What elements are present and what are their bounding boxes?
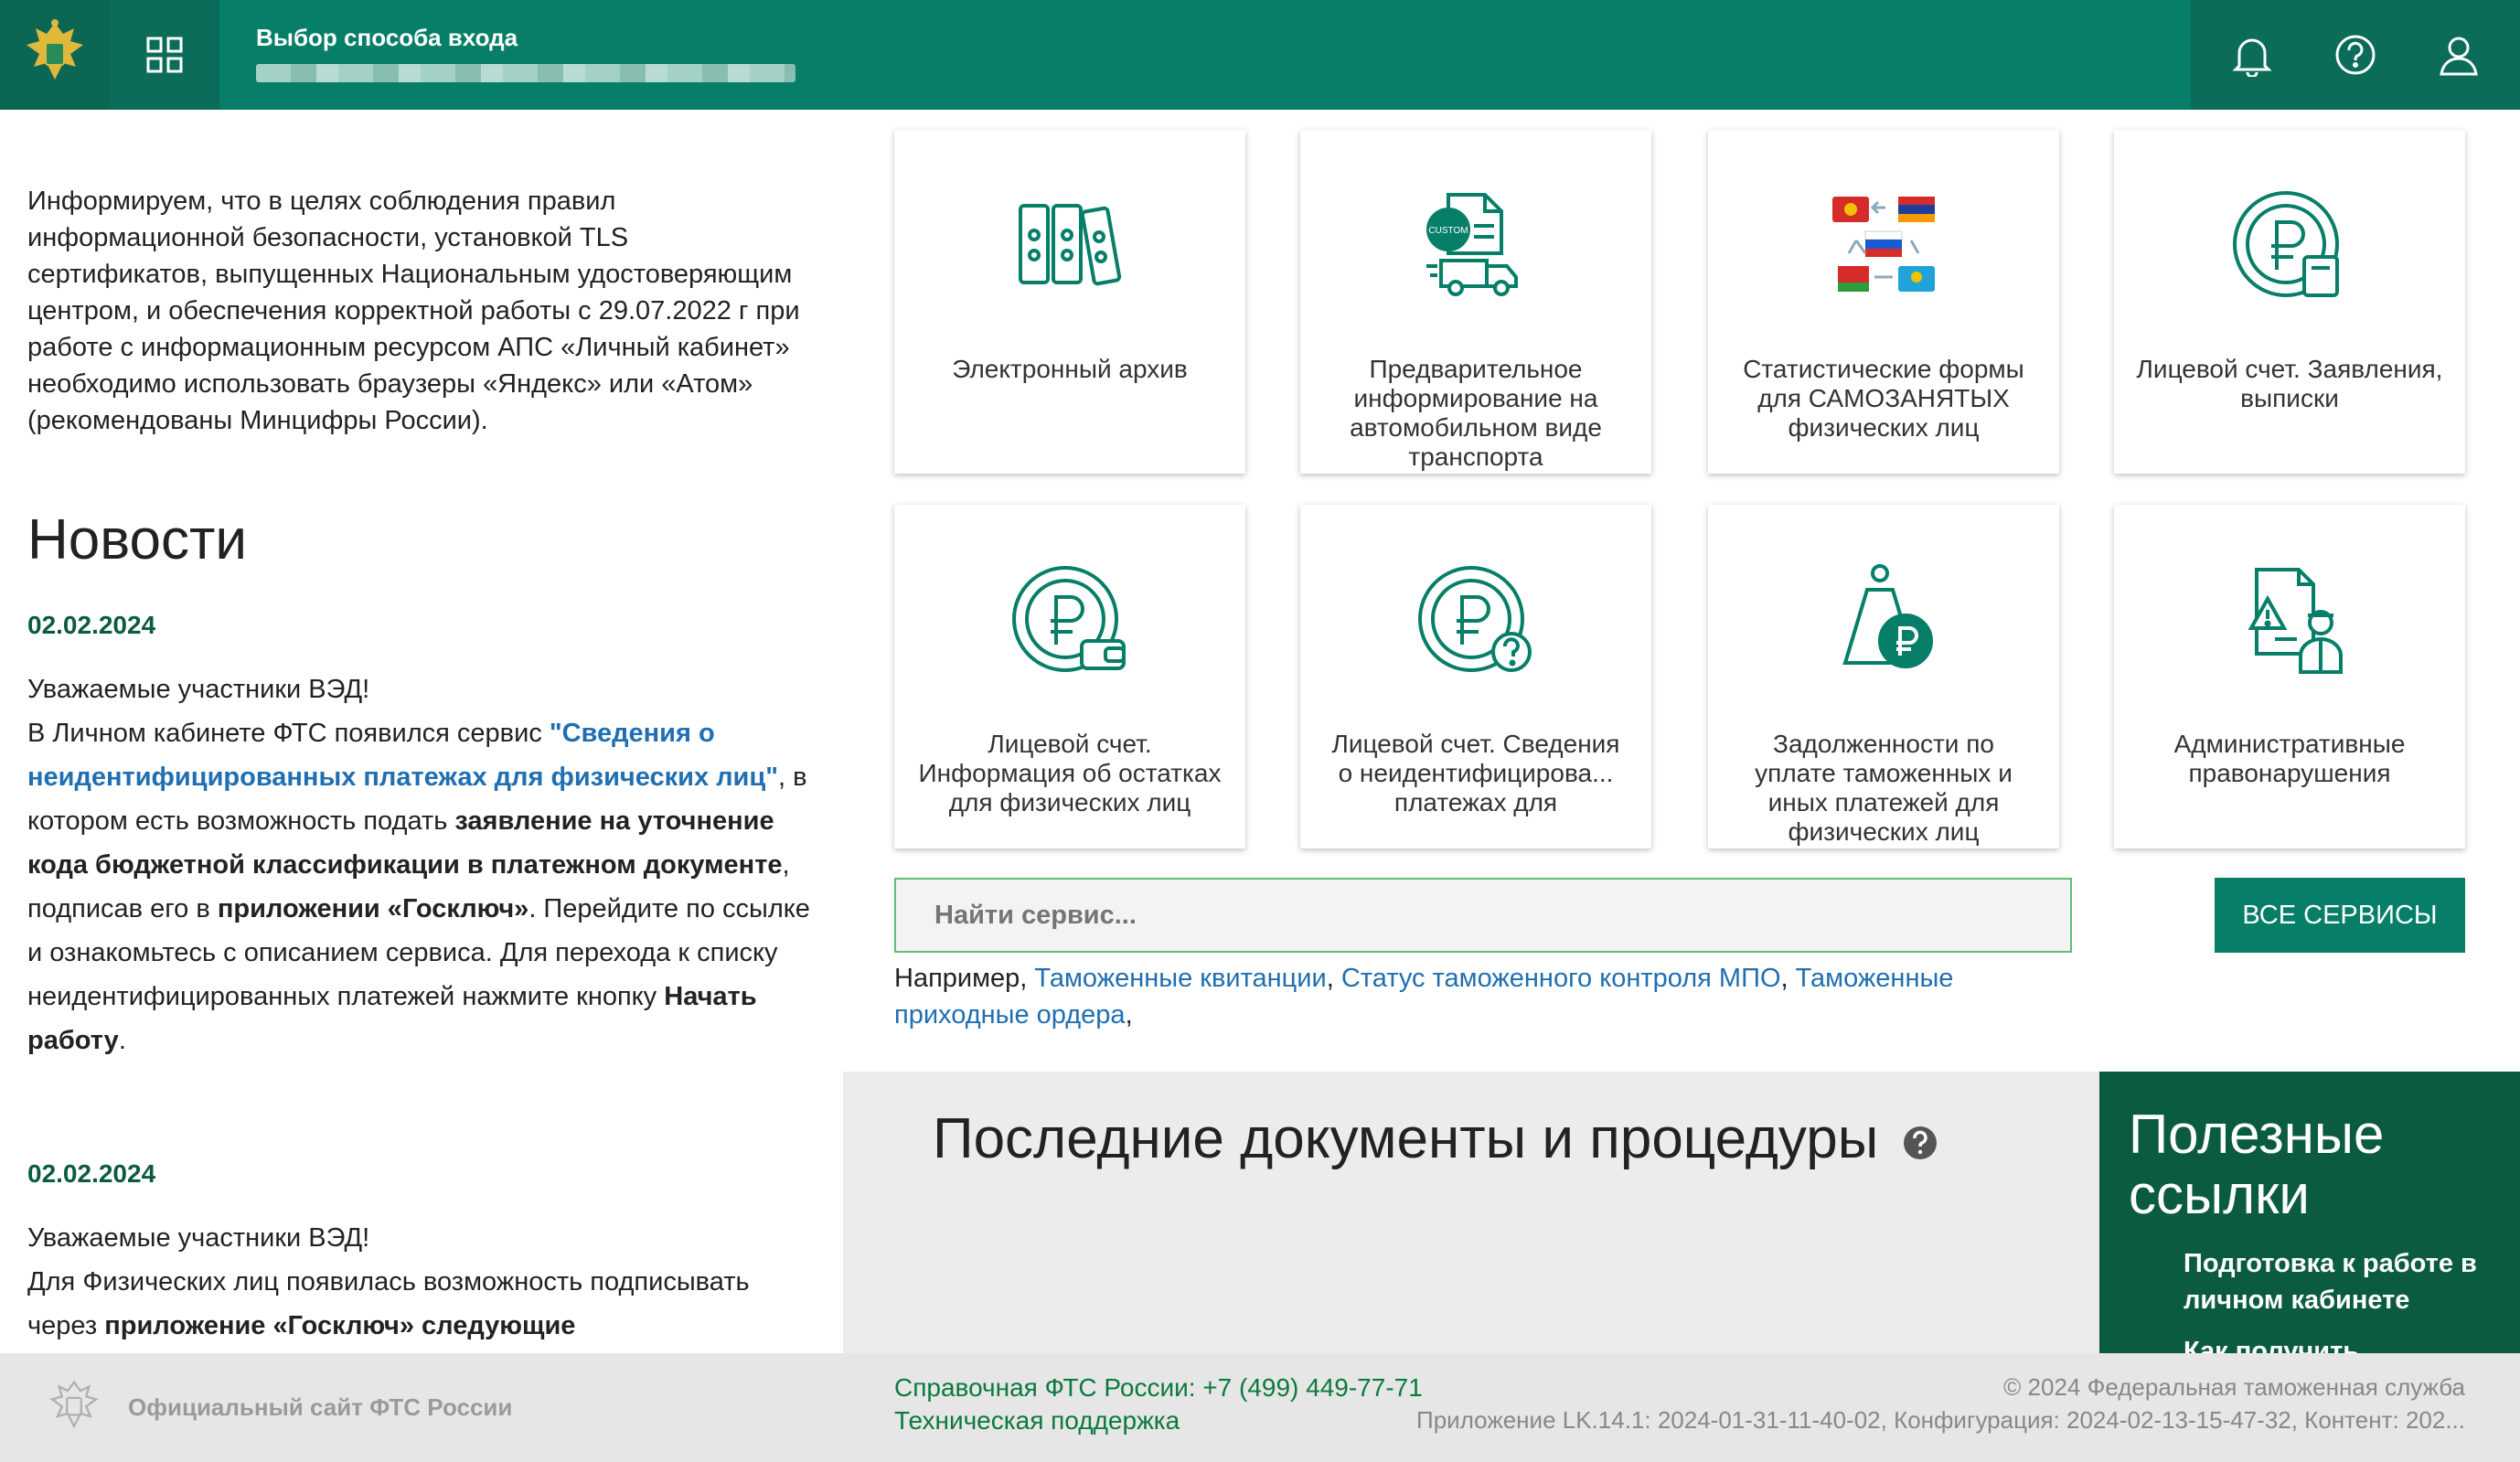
flags-icon — [1708, 185, 2059, 304]
archive-icon — [894, 185, 1245, 304]
service-label: Лицевой счет. Заявления, выписки — [2136, 355, 2443, 412]
svg-text:CUSTOM: CUSTOM — [1428, 226, 1468, 236]
fts-emblem-logo[interactable] — [0, 0, 110, 110]
news-item-2: Уважаемые участники ВЭД! Для Физических … — [27, 1216, 814, 1348]
fts-emblem-gray-icon — [49, 1380, 99, 1429]
search-examples: Например, Таможенные квитанции, Статус т… — [894, 964, 1954, 1030]
footer-left: Официальный сайт ФТС России — [0, 1353, 843, 1462]
header-actions — [2191, 0, 2520, 110]
truck-document-icon: CUSTOM — [1300, 185, 1651, 304]
service-tile-archive[interactable]: Электронный архив — [894, 130, 1245, 474]
warning-officer-icon — [2114, 560, 2465, 678]
footer-right: Справочная ФТС России: +7 (499) 449-77-7… — [843, 1353, 2520, 1462]
news-body: Для Физических лиц появилась возможность… — [27, 1267, 750, 1340]
service-label: Административные правонарушения — [2173, 730, 2406, 787]
service-label: Задолженности по уплате таможенных и ины… — [1755, 730, 2013, 846]
service-label: Предварительное информирование на автомо… — [1350, 355, 1602, 471]
top-header: Выбор способа входа — [0, 0, 2520, 110]
service-tile-preliminary-info[interactable]: CUSTOM Предварительное информирование на… — [1300, 130, 1651, 474]
help-icon[interactable] — [2328, 27, 2383, 82]
all-services-button[interactable]: ВСЕ СЕРВИСЫ — [2215, 878, 2465, 953]
news-item-1: Уважаемые участники ВЭД! В Личном кабине… — [27, 667, 814, 1062]
service-tile-violations[interactable]: Административные правонарушения — [2114, 505, 2465, 848]
news-greeting: Уважаемые участники ВЭД! — [27, 675, 370, 704]
tech-support-link[interactable]: Техническая поддержка — [894, 1406, 1180, 1435]
service-tile-account-statements[interactable]: Лицевой счет. Заявления, выписки — [2114, 130, 2465, 474]
news-date: 02.02.2024 — [27, 1159, 156, 1188]
service-tile-unidentified-payments[interactable]: Лицевой счет. Сведения о неидентифициров… — [1300, 505, 1651, 848]
ruble-wallet-icon — [894, 560, 1245, 678]
user-icon[interactable] — [2431, 27, 2486, 82]
service-tile-debts[interactable]: Задолженности по уплате таможенных и ины… — [1708, 505, 2059, 848]
recent-documents-section: Последние документы и процедуры — [843, 1072, 2099, 1353]
left-column: Информируем, что в целях соблюдения прав… — [0, 110, 841, 1353]
apps-grid-icon[interactable] — [110, 0, 219, 110]
news-greeting: Уважаемые участники ВЭД! — [27, 1223, 370, 1253]
ruble-question-icon — [1300, 560, 1651, 678]
service-tile-stat-forms[interactable]: Статистические формы для САМОЗАНЯТЫХ физ… — [1708, 130, 2059, 474]
news-date: 02.02.2024 — [27, 611, 156, 639]
news-body: В Личном кабинете ФТС появился сервис "С… — [27, 719, 810, 1055]
copyright: © 2024 Федеральная таможенная служба — [2003, 1373, 2465, 1401]
question-icon[interactable] — [1902, 1125, 1938, 1161]
page-title: Выбор способа входа — [256, 24, 518, 51]
useful-link-preparation[interactable]: Подготовка к работе в личном кабинете — [2184, 1245, 2504, 1318]
helpline-phone[interactable]: Справочная ФТС России: +7 (499) 449-77-7… — [894, 1373, 1423, 1403]
service-tile-account-balances[interactable]: Лицевой счет. Информация об остатках для… — [894, 505, 1245, 848]
service-label: Электронный архив — [952, 355, 1188, 383]
examples-label: Например, — [894, 964, 1028, 993]
user-info-blurred — [256, 64, 796, 82]
bell-icon[interactable] — [2225, 27, 2280, 82]
useful-links-heading: Полезные ссылки — [2129, 1104, 2385, 1225]
example-link-mpo-status[interactable]: Статус таможенного контроля МПО — [1341, 964, 1781, 993]
example-link-receipts[interactable]: Таможенные квитанции — [1034, 964, 1326, 993]
official-site-link[interactable]: Официальный сайт ФТС России — [128, 1393, 512, 1422]
service-search-input[interactable] — [894, 878, 2072, 953]
useful-link-how-to-get[interactable]: Как получить — [2184, 1333, 2504, 1353]
ruble-weight-icon — [1708, 560, 2059, 678]
news-heading: Новости — [27, 508, 248, 571]
recent-documents-heading: Последние документы и процедуры — [933, 1106, 1938, 1171]
ruble-document-icon — [2114, 185, 2465, 304]
service-label: Лицевой счет. Информация об остатках для… — [918, 730, 1222, 816]
useful-links-section: Полезные ссылки Подготовка к работе в ли… — [2099, 1072, 2520, 1353]
service-label: Лицевой счет. Сведения о неидентифициров… — [1331, 730, 1620, 816]
tls-notice: Информируем, что в целях соблюдения прав… — [27, 187, 800, 435]
version-info: Приложение LK.14.1: 2024-01-31-11-40-02,… — [1416, 1406, 2465, 1434]
service-label: Статистические формы для САМОЗАНЯТЫХ физ… — [1743, 355, 2024, 442]
